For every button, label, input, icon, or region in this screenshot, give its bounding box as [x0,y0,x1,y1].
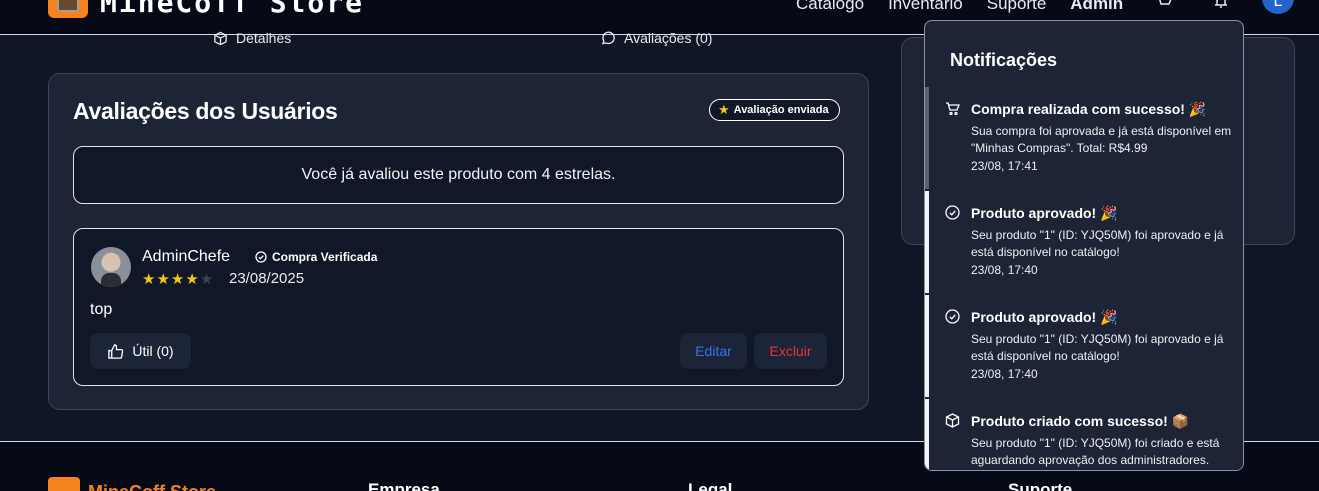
user-avatar[interactable]: L [1262,0,1294,14]
message-icon [601,31,615,45]
nav-link-inventario[interactable]: Inventário [888,0,963,14]
notification-title: Compra realizada com sucesso! 🎉 [971,101,1207,117]
notification-title: Produto aprovado! 🎉 [971,205,1118,221]
edit-button[interactable]: Editar [680,333,747,369]
logo-icon [57,0,79,12]
tab-reviews[interactable]: Avaliações (0) [601,30,712,46]
footer-heading-legal: Legal [688,480,733,491]
tab-details-label: Detalhes [236,30,292,46]
reviews-panel: Avaliações dos Usuários ★ Avaliação envi… [48,73,869,410]
notification-title: Produto aprovado! 🎉 [971,309,1118,325]
footer-heading-empresa: Empresa [368,480,440,491]
review-date: 23/08/2025 [229,270,305,287]
notification-item[interactable]: Compra realizada com sucesso! 🎉 Sua comp… [925,87,1243,189]
notification-time: 23/08, 17:40 [971,263,1038,277]
check-circle-icon [255,251,267,263]
star-filled-icon: ★ [170,271,186,288]
notification-body: Sua compra foi aprovada e já está dispon… [971,124,1232,155]
verified-label: Compra Verificada [272,250,378,264]
verified-purchase-badge: Compra Verificada [255,250,377,264]
notification-item[interactable]: Produto aprovado! 🎉 Seu produto "1" (ID:… [925,295,1243,397]
check-circle-icon [945,205,960,220]
footer-logo [48,477,80,491]
brand-logo[interactable] [48,0,88,18]
cart-icon[interactable] [1156,0,1172,8]
star-icon: ★ [718,102,730,117]
review-card: AdminChefe Compra Verificada ★★★★★ 23/08… [73,228,844,386]
star-filled-icon: ★ [185,271,200,288]
notification-body: Seu produto "1" (ID: YJQ50M) foi aprovad… [971,332,1224,363]
helpful-label: Útil (0) [132,343,174,359]
nav-link-catalogo[interactable]: Catálogo [796,0,864,14]
notifications-title: Notificações [950,50,1058,70]
notification-item[interactable]: Produto aprovado! 🎉 Seu produto "1" (ID:… [925,191,1243,293]
rating-stars: ★★★★★ [142,270,214,288]
star-filled-icon: ★ [156,271,171,288]
check-circle-icon [945,309,960,324]
footer-brand: MineCoff Store [88,482,216,491]
nav-link-admin[interactable]: Admin [1070,0,1123,14]
thumbs-up-icon [108,343,124,359]
notification-body: Seu produto "1" (ID: YJQ50M) foi aprovad… [971,228,1224,259]
delete-button[interactable]: Excluir [754,333,827,369]
box-icon [214,31,227,45]
notification-item[interactable]: Produto criado com sucesso! 📦 Seu produt… [925,399,1243,470]
tab-reviews-label: Avaliações (0) [624,30,713,46]
reviewer-name: AdminChefe [142,248,231,265]
reviewer-avatar [91,247,131,287]
reviews-title: Avaliações dos Usuários [73,98,338,124]
notification-time: 23/08, 17:41 [971,159,1038,173]
review-sent-badge: ★ Avaliação enviada [709,99,840,121]
notification-body: Seu produto "1" (ID: YJQ50M) foi criado … [971,436,1220,467]
notifications-dropdown: Notificações Compra realizada com sucess… [924,20,1244,471]
star-empty-icon: ★ [199,271,215,288]
star-filled-icon: ★ [142,271,157,288]
tab-details[interactable]: Detalhes [213,30,291,46]
notification-time: 23/08, 17:40 [971,367,1038,381]
already-reviewed-notice: Você já avaliou este produto com 4 estre… [73,146,844,204]
cart-icon [946,102,960,116]
notification-title: Produto criado com sucesso! 📦 [971,413,1190,429]
brand-name[interactable]: MineCoff Store [100,0,364,19]
helpful-button[interactable]: Útil (0) [90,333,191,369]
box-icon [945,413,960,428]
badge-label: Avaliação enviada [733,104,829,116]
review-text: top [90,301,113,318]
bell-icon[interactable] [1214,0,1228,8]
nav-link-suporte[interactable]: Suporte [987,0,1047,14]
nav-links: Catálogo Inventário Suporte Admin [796,0,1123,14]
footer-heading-suporte: Suporte [1008,480,1073,491]
